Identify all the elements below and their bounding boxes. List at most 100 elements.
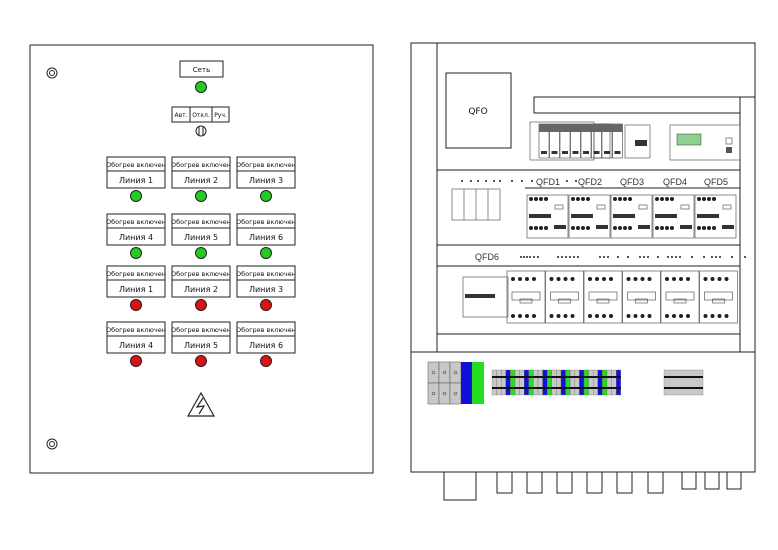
terminal xyxy=(491,369,497,396)
terminal xyxy=(602,369,608,396)
dot xyxy=(565,256,567,258)
indicator-lamp xyxy=(130,247,142,259)
controller-display xyxy=(676,133,702,146)
dot xyxy=(679,256,681,258)
dot xyxy=(657,256,659,258)
breaker-label-qfd3: QFD3 xyxy=(620,177,644,187)
dot xyxy=(493,180,495,182)
contactor xyxy=(622,270,661,324)
terminal xyxy=(533,369,539,396)
indicator-lamp xyxy=(130,299,142,311)
terminal xyxy=(449,382,462,405)
terminal-group xyxy=(451,188,501,221)
indicator-10: Обогрев включен Линия 4 xyxy=(106,321,166,367)
relay xyxy=(538,123,550,159)
contactor xyxy=(583,270,623,324)
breaker-qfd5 xyxy=(694,194,737,239)
indicator-line-label: Линия 4 xyxy=(119,233,153,242)
dot xyxy=(647,256,649,258)
dot xyxy=(477,180,479,182)
terminal xyxy=(560,369,566,396)
dot xyxy=(639,256,641,258)
mode-selector-knob[interactable] xyxy=(195,125,207,137)
terminal xyxy=(611,369,617,396)
dot xyxy=(526,256,528,258)
terminal xyxy=(449,361,462,384)
dot xyxy=(461,180,463,182)
cable-gland xyxy=(443,471,477,501)
neutral-terminal xyxy=(461,362,472,404)
terminal xyxy=(583,369,589,396)
indicator-2: Обогрев включен Линия 2 xyxy=(171,156,231,202)
relay xyxy=(612,123,623,159)
cable-gland xyxy=(647,471,664,494)
dot xyxy=(603,256,605,258)
indicator-line-label: Линия 6 xyxy=(249,341,283,350)
cable-gland xyxy=(586,471,603,494)
indicator-line-label: Линия 3 xyxy=(249,176,283,185)
indicator-lamp xyxy=(260,190,272,202)
indicator-status-label: Обогрев включен xyxy=(106,270,166,278)
mode-off-label: Откл. xyxy=(192,112,210,119)
terminal xyxy=(519,369,525,396)
terminal xyxy=(579,369,585,396)
dot xyxy=(557,256,559,258)
cable-gland xyxy=(726,471,742,490)
dot xyxy=(744,256,746,258)
breaker-qfd2 xyxy=(568,194,611,239)
relay xyxy=(601,123,613,159)
terminal xyxy=(501,369,506,396)
dot xyxy=(715,256,717,258)
indicator-line-label: Линия 4 xyxy=(119,341,153,350)
terminal xyxy=(597,369,603,396)
terminal xyxy=(547,369,552,396)
indicator-status-label: Обогрев включен xyxy=(236,218,296,226)
dot xyxy=(499,180,501,182)
dot xyxy=(573,256,575,258)
contactor xyxy=(545,270,584,324)
dot xyxy=(523,256,525,258)
terminal xyxy=(556,369,562,396)
indicator-status-label: Обогрев включен xyxy=(236,161,296,169)
cable-gland xyxy=(556,471,573,494)
terminal-strip xyxy=(663,369,704,396)
indicator-lamp xyxy=(195,190,207,202)
terminal xyxy=(438,361,451,384)
main-breaker-label: QFO xyxy=(468,107,487,117)
terminal xyxy=(537,369,543,396)
dot xyxy=(703,256,705,258)
indicator-status-label: Обогрев включен xyxy=(171,326,231,334)
indicator-lamp xyxy=(130,190,142,202)
indicator-4: Обогрев включен Линия 4 xyxy=(106,213,166,259)
network-lamp xyxy=(195,81,207,93)
dot xyxy=(675,256,677,258)
indicator-lamp xyxy=(260,299,272,311)
indicator-line-label: Линия 2 xyxy=(184,176,218,185)
relay xyxy=(580,123,592,159)
dot xyxy=(627,256,629,258)
dot xyxy=(671,256,673,258)
cable-gland xyxy=(526,471,543,494)
dot xyxy=(521,180,523,182)
indicator-8: Обогрев включен Линия 2 xyxy=(171,265,231,311)
dot xyxy=(533,256,535,258)
indicator-11: Обогрев включен Линия 5 xyxy=(171,321,231,367)
indicator-status-label: Обогрев включен xyxy=(171,218,231,226)
indicator-9: Обогрев включен Линия 3 xyxy=(236,265,296,311)
indicator-status-label: Обогрев включен xyxy=(171,270,231,278)
dot xyxy=(470,180,472,182)
terminal xyxy=(551,369,557,396)
dot xyxy=(566,180,568,182)
dot xyxy=(667,256,669,258)
contactor xyxy=(660,270,700,324)
interior-panel: QFO QFD1 QFD2 QFD3 QFD4 QFD5 QFD6 xyxy=(410,42,756,501)
dot xyxy=(511,180,513,182)
terminal xyxy=(588,369,594,396)
relay xyxy=(570,123,581,159)
dot xyxy=(731,256,733,258)
breaker-qfd4 xyxy=(652,194,695,239)
terminal xyxy=(438,382,451,405)
breaker-label-qfd2: QFD2 xyxy=(578,177,602,187)
indicator-lamp xyxy=(260,247,272,259)
indicator-lamp xyxy=(260,355,272,367)
